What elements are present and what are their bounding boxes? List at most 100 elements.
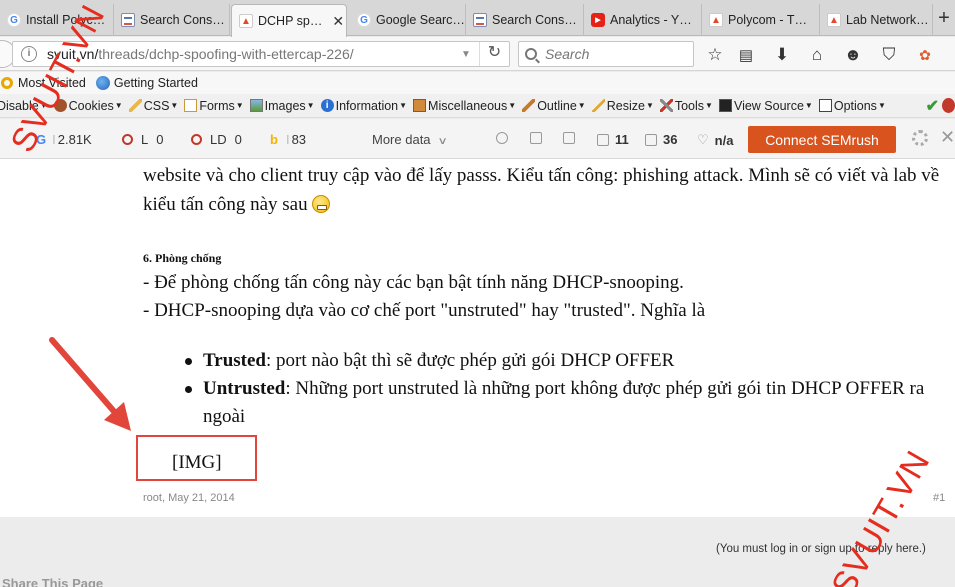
document-icon bbox=[563, 132, 575, 144]
bullet-term: Untrusted bbox=[203, 378, 286, 399]
separator: I bbox=[52, 132, 56, 147]
annotation-highlight-box bbox=[136, 435, 257, 481]
menu-options[interactable]: Options ▼ bbox=[818, 99, 886, 113]
rank-value: n/a bbox=[714, 132, 734, 148]
tab-search-console-2[interactable]: Search Cons… bbox=[466, 4, 584, 36]
tab-lab-network[interactable]: ▲ Lab Network… bbox=[820, 4, 933, 36]
tab-google-search[interactable]: G Google Searc… bbox=[350, 4, 466, 36]
bing-index-metric[interactable]: b I 83 bbox=[270, 132, 306, 147]
search-console-icon bbox=[473, 13, 487, 27]
external-link-icon bbox=[597, 133, 609, 146]
download-icon[interactable]: ⬇ bbox=[771, 44, 793, 66]
svuit-icon: ▲ bbox=[827, 13, 841, 27]
menu-label: Cookies bbox=[68, 98, 114, 113]
misc-icon bbox=[413, 99, 427, 112]
bing-index-value: 83 bbox=[291, 132, 307, 147]
pages-metric[interactable]: 36 bbox=[645, 132, 677, 147]
bookmarks-bar: Most Visited Getting Started bbox=[0, 72, 955, 94]
menu-forms[interactable]: Forms ▼ bbox=[184, 99, 244, 113]
section-heading: 6. Phòng chống bbox=[143, 251, 222, 265]
chart-icon bbox=[645, 133, 657, 146]
bookmark-star-icon[interactable]: ☆ bbox=[704, 44, 726, 66]
menu-label: Tools bbox=[674, 98, 705, 113]
bookmark-getting-started[interactable]: Getting Started bbox=[95, 76, 198, 90]
metric-label: LD bbox=[210, 132, 227, 147]
tab-label: DCHP sp… bbox=[258, 14, 323, 28]
tab-analytics[interactable]: ▶ Analytics - Y… bbox=[584, 4, 702, 36]
bookmarks-list-icon[interactable]: ▤ bbox=[735, 44, 757, 66]
screen-metric[interactable] bbox=[530, 132, 548, 144]
monitor-icon bbox=[530, 132, 542, 144]
close-icon[interactable]: ✕ bbox=[940, 127, 955, 148]
more-data-button[interactable]: More data ∨ bbox=[372, 132, 447, 147]
menu-label: Resize bbox=[606, 98, 645, 113]
tab-polycom[interactable]: ▲ Polycom - T… bbox=[702, 4, 820, 36]
menu-resize[interactable]: Resize ▼ bbox=[591, 98, 654, 113]
menu-css[interactable]: CSS ▼ bbox=[128, 99, 179, 113]
error-icon[interactable] bbox=[942, 98, 955, 113]
chevron-down-icon: ▼ bbox=[645, 101, 654, 110]
pocket-icon[interactable]: ⛉ bbox=[878, 44, 900, 66]
tab-label: Polycom - T… bbox=[728, 13, 807, 27]
page-metric[interactable] bbox=[563, 132, 581, 144]
chevron-down-icon: ▼ bbox=[705, 101, 713, 110]
validation-ok-icon[interactable]: ✔ bbox=[926, 96, 939, 116]
bullet-list: Trusted: port nào bật thì sẽ được phép g… bbox=[178, 347, 948, 431]
chevron-down-icon: ▼ bbox=[114, 101, 123, 110]
menu-tools[interactable]: Tools ▼ bbox=[659, 98, 713, 113]
google-index-value: 2.81K bbox=[57, 132, 92, 147]
backlinks-value: 11 bbox=[615, 132, 629, 147]
bullet-term: Trusted bbox=[203, 350, 266, 371]
chevron-down-icon: ▼ bbox=[170, 101, 179, 110]
bookmark-label: Getting Started bbox=[113, 76, 198, 90]
site-info-icon[interactable]: i bbox=[21, 46, 37, 62]
menu-outline[interactable]: Outline ▼ bbox=[522, 99, 586, 113]
backlinks-metric[interactable]: 11 bbox=[597, 132, 629, 147]
options-icon bbox=[818, 99, 832, 112]
search-icon bbox=[525, 48, 537, 60]
close-tab-icon[interactable]: ✕ bbox=[332, 13, 344, 30]
search-bar[interactable] bbox=[518, 41, 694, 67]
gear-icon[interactable] bbox=[912, 130, 928, 146]
post-number[interactable]: #1 bbox=[933, 492, 945, 504]
url-dropdown-icon[interactable]: ▼ bbox=[461, 49, 479, 60]
menu-images[interactable]: Images ▼ bbox=[249, 99, 315, 113]
search-console-icon bbox=[121, 13, 135, 27]
globe-icon bbox=[95, 76, 110, 90]
smiley-icon bbox=[312, 195, 331, 213]
url-path: threads/dchp-spoofing-with-ettercap-226/ bbox=[98, 46, 354, 62]
linking-domains-metric[interactable]: LD 0 bbox=[191, 132, 242, 147]
links-metric[interactable]: L0 bbox=[122, 132, 163, 147]
info-metric[interactable] bbox=[496, 132, 514, 144]
google-icon: G bbox=[357, 13, 371, 27]
source-icon bbox=[718, 99, 732, 112]
tab-label: Search Cons… bbox=[140, 13, 225, 27]
post-byline[interactable]: root, May 21, 2014 bbox=[143, 492, 235, 504]
menu-information[interactable]: i Information ▼ bbox=[320, 99, 408, 113]
chevron-down-icon: ▼ bbox=[804, 101, 813, 110]
tab-label: Search Cons… bbox=[492, 13, 577, 27]
links-value: 0 bbox=[156, 132, 164, 147]
tab-search-console[interactable]: Search Cons… bbox=[114, 4, 230, 36]
url-text[interactable]: svuit.vn/threads/dchp-spoofing-with-ette… bbox=[47, 46, 461, 62]
connect-semrush-button[interactable]: Connect SEMrush bbox=[748, 126, 896, 153]
reload-icon[interactable]: ↻ bbox=[479, 42, 509, 66]
home-icon[interactable]: ⌂ bbox=[806, 44, 828, 66]
post-line: - Để phòng chống tấn công này các bạn bậ… bbox=[143, 272, 684, 293]
chevron-down-icon: ▼ bbox=[577, 101, 586, 110]
menu-view-source[interactable]: View Source ▼ bbox=[718, 99, 813, 113]
chevron-down-icon: ▼ bbox=[306, 101, 315, 110]
rank-metric[interactable]: ♡ n/a bbox=[697, 132, 733, 148]
new-tab-button[interactable]: + bbox=[933, 6, 955, 32]
post-line: - DHCP-snooping dựa vào cơ chế port "uns… bbox=[143, 300, 706, 321]
chevron-down-icon: ▼ bbox=[399, 101, 408, 110]
google-icon: G bbox=[7, 13, 21, 27]
tab-dhcp-spoofing[interactable]: ▲ DCHP sp… ✕ bbox=[231, 4, 347, 37]
login-note[interactable]: (You must log in or sign up to reply her… bbox=[716, 543, 926, 555]
search-input[interactable] bbox=[545, 46, 685, 62]
youtube-icon: ▶ bbox=[591, 13, 605, 27]
emoji-icon[interactable]: ☻ bbox=[842, 44, 864, 66]
menu-miscellaneous[interactable]: Miscellaneous ▼ bbox=[413, 99, 516, 113]
seoquake-icon[interactable]: ✿ bbox=[914, 44, 936, 66]
bullet-text: : port nào bật thì sẽ được phép gửi gói … bbox=[265, 350, 675, 371]
